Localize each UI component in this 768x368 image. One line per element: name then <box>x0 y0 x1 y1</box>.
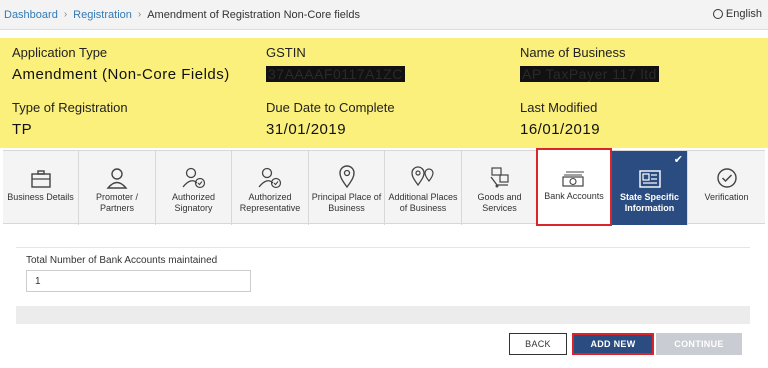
tab-verification[interactable]: Verification <box>688 151 765 225</box>
tab-principal-place[interactable]: Principal Place of Business <box>309 151 385 225</box>
tab-additional-places[interactable]: Additional Places of Business <box>385 151 462 225</box>
application-info-panel: Application Type Amendment (Non-Core Fie… <box>0 38 768 148</box>
location-pin-icon <box>338 165 355 189</box>
tab-label: Promoter / Partners <box>95 192 138 213</box>
business-name-label: Name of Business <box>520 45 626 60</box>
due-date-value: 31/01/2019 <box>266 121 347 138</box>
tab-label: State Specific Information <box>619 192 680 213</box>
registration-type-label: Type of Registration <box>12 100 128 115</box>
registration-steps-tabs: Business Details Promoter / Partners Aut… <box>3 148 765 226</box>
tab-label: Goods and Services <box>477 192 522 213</box>
application-type-label: Application Type <box>12 45 108 60</box>
last-modified: Last Modified 16/01/2019 <box>520 100 600 138</box>
check-circle-icon <box>716 168 737 188</box>
tab-label: Business Details <box>7 192 74 202</box>
gstin-value-redacted: 37AAAAF0117A1ZC <box>266 66 405 82</box>
language-label: English <box>725 8 762 20</box>
checkmark-icon: ✔ <box>673 154 683 166</box>
tab-label: Principal Place of Business <box>311 192 382 213</box>
business-name: Name of Business AP TaxPayer 117 ltd <box>520 45 659 83</box>
goods-icon <box>489 167 509 188</box>
multiple-pins-icon <box>411 166 434 187</box>
breadcrumb-current: Amendment of Registration Non-Core field… <box>147 8 360 21</box>
breadcrumb-dashboard[interactable]: Dashboard <box>4 9 58 21</box>
tab-business-details[interactable]: Business Details <box>3 151 79 225</box>
tab-state-specific[interactable]: ✔ State Specific Information <box>612 151 688 225</box>
person-icon <box>106 168 128 189</box>
form-footer-strip <box>16 306 750 324</box>
back-button[interactable]: BACK <box>509 333 567 355</box>
application-type: Application Type Amendment (Non-Core Fie… <box>12 45 230 83</box>
business-name-value-redacted: AP TaxPayer 117 ltd <box>520 66 659 82</box>
continue-button[interactable]: CONTINUE <box>656 333 742 355</box>
person-check-icon <box>181 167 205 189</box>
registration-type-value: TP <box>12 121 33 138</box>
tab-goods-services[interactable]: Goods and Services <box>462 151 538 225</box>
add-new-button[interactable]: ADD NEW <box>572 333 654 355</box>
tab-promoter-partners[interactable]: Promoter / Partners <box>79 151 156 225</box>
due-date-label: Due Date to Complete <box>266 100 395 115</box>
breadcrumb: Dashboard › Registration › Amendment of … <box>0 0 768 30</box>
briefcase-icon <box>30 170 51 188</box>
globe-icon <box>712 9 723 19</box>
due-date: Due Date to Complete 31/01/2019 <box>266 100 395 138</box>
tab-label: Bank Accounts <box>544 191 604 201</box>
application-type-value: Amendment (Non-Core Fields) <box>12 66 230 83</box>
tab-authorized-signatory[interactable]: Authorized Signatory <box>156 151 232 225</box>
breadcrumb-separator: › <box>63 9 68 20</box>
language-selector[interactable]: English <box>712 8 762 20</box>
registration-type: Type of Registration TP <box>12 100 128 138</box>
tab-label: Verification <box>704 192 749 202</box>
id-card-icon <box>638 170 661 188</box>
bank-note-icon <box>562 171 584 187</box>
breadcrumb-separator: › <box>137 9 142 20</box>
last-modified-value: 16/01/2019 <box>520 121 601 138</box>
breadcrumb-registration[interactable]: Registration <box>73 9 132 21</box>
tab-authorized-representative[interactable]: Authorized Representative <box>232 151 309 225</box>
last-modified-label: Last Modified <box>520 100 598 115</box>
tab-bank-accounts[interactable]: Bank Accounts <box>536 148 612 226</box>
tab-label: Authorized Representative <box>239 192 301 213</box>
bank-count-input[interactable] <box>26 270 251 292</box>
gstin: GSTIN 37AAAAF0117A1ZC <box>266 45 405 83</box>
person-check-icon <box>258 167 282 189</box>
gstin-label: GSTIN <box>266 45 306 60</box>
tab-label: Additional Places of Business <box>388 192 458 213</box>
tab-label: Authorized Signatory <box>171 192 216 213</box>
bank-count-label: Total Number of Bank Accounts maintained <box>26 255 218 266</box>
